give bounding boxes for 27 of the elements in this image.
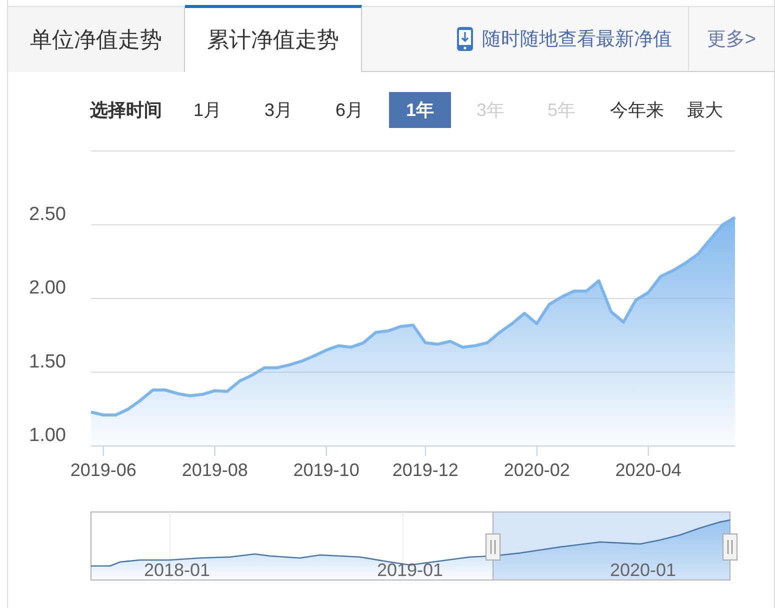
range-handle[interactable] — [486, 534, 500, 560]
navigator-label: 2019-01 — [376, 560, 444, 580]
time-range-option[interactable]: 今年来 — [597, 92, 677, 128]
time-range-option[interactable]: 6月 — [314, 92, 385, 128]
y-axis-label: 2.00 — [29, 278, 66, 298]
more-link[interactable]: 更多> — [688, 7, 774, 71]
phone-download-icon — [456, 26, 474, 52]
tab[interactable]: 累计净值走势 — [185, 5, 362, 72]
y-axis-label: 2.50 — [29, 204, 66, 225]
navigator-label: 2020-01 — [610, 560, 676, 580]
x-axis-label: 2020-02 — [504, 460, 570, 480]
range-handle[interactable] — [722, 534, 738, 560]
time-range-label: 选择时间 — [90, 99, 162, 122]
y-axis-label: 1.50 — [29, 351, 66, 372]
tab[interactable]: 单位净值走势 — [8, 7, 185, 72]
time-range-option[interactable]: 1年 — [389, 92, 451, 128]
time-range-option[interactable]: 1月 — [172, 92, 243, 128]
x-axis-label: 2019-12 — [392, 460, 458, 480]
time-range-option[interactable]: 3月 — [243, 92, 314, 128]
x-axis-label: 2019-10 — [293, 460, 360, 480]
y-axis-label: 1.00 — [29, 425, 66, 446]
x-axis-label: 2019-06 — [70, 460, 136, 480]
app-link[interactable]: 随时随地查看最新净值 — [482, 26, 672, 52]
navigator-label: 2018-01 — [144, 560, 210, 580]
time-range-option[interactable]: 最大 — [677, 92, 733, 128]
x-axis-label: 2019-08 — [182, 460, 248, 480]
x-axis-label: 2020-04 — [615, 460, 682, 480]
